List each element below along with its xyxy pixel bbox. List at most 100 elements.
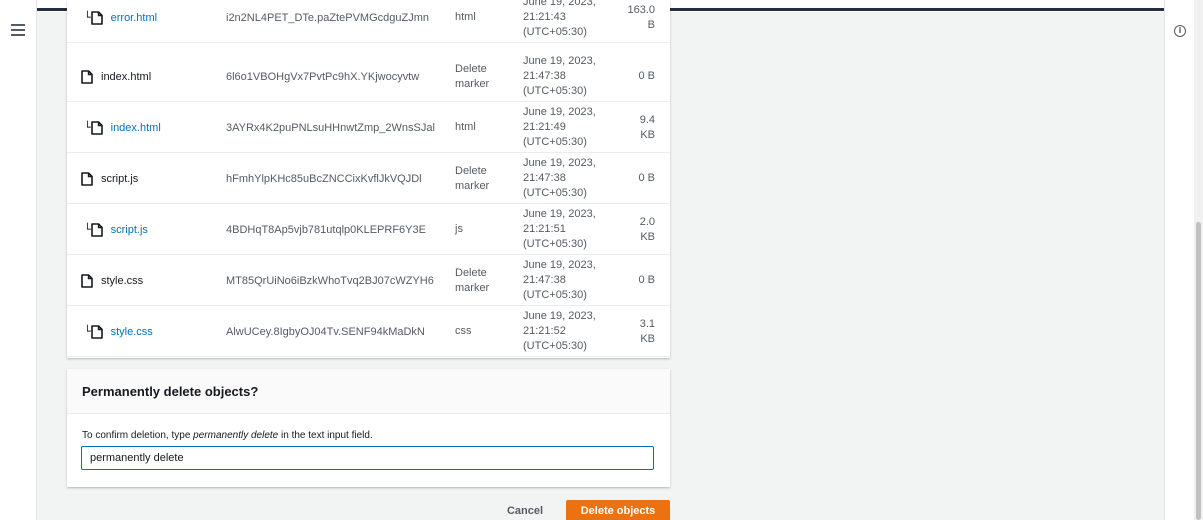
date-line: 21:47:38 — [523, 70, 566, 82]
object-name-cell: └ script.js — [84, 204, 224, 255]
date-line: 21:21:43 — [523, 11, 566, 23]
type-line: Delete — [455, 62, 487, 75]
confirm-help-prefix: To confirm deletion, type — [82, 430, 194, 441]
type-cell: Delete marker — [455, 255, 515, 306]
size-cell: 9.4 KB — [613, 102, 655, 153]
size-text: 3.1 KB — [640, 317, 655, 347]
version-branch-icon: └ — [84, 11, 91, 24]
date-line: (UTC+05:30) — [523, 340, 587, 352]
type-line: Delete — [455, 164, 487, 177]
object-versions-table: └ error.html i2n2NL4PET_DTe.paZtePVMGcdguZ… — [67, 0, 670, 358]
type-text: js — [455, 223, 463, 235]
object-name: index.html — [101, 70, 152, 83]
object-version-link[interactable]: index.html — [111, 122, 161, 134]
type-text: Delete marker — [455, 266, 489, 296]
version-id-cell: i2n2NL4PET_DTe.paZtePVMGcdguZJmn — [226, 11, 429, 24]
last-modified-text: June 19, 2023, 21:21:49 (UTC+05:30) — [523, 105, 596, 150]
object-version-link[interactable]: style.css — [111, 326, 153, 338]
object-name: script.js — [101, 172, 139, 185]
table-row: └ script.js 4BDHqT8Ap5vjb781utqlp0KLEPRF6Y… — [67, 204, 670, 255]
last-modified-text: June 19, 2023, 21:21:43 (UTC+05:30) — [523, 0, 596, 40]
last-modified-text: June 19, 2023, 21:47:38 (UTC+05:30) — [523, 258, 596, 303]
date-line: (UTC+05:30) — [523, 136, 587, 148]
table-row: index.html 6l6o1VBOHgVx7PvtPc9hX.YKjwocyv… — [67, 51, 670, 102]
size-line: 2.0 — [639, 215, 655, 228]
size-text: 0 B — [638, 171, 655, 186]
table-row: └ style.css AlwUCey.8IgbyOJ04Tv.SENF94kMaD… — [67, 306, 670, 357]
version-branch-icon: └ — [84, 325, 91, 338]
version-id-cell: 3AYRx4K2puPNLsuHHnwtZmp_2WnsSJal — [226, 121, 435, 134]
table-row: style.css MT85QrUiNo6iBzkWhoTvq2BJ07cWZYH… — [67, 255, 670, 306]
version-id-cell: 4BDHqT8Ap5vjb781utqlp0KLEPRF6Y3E — [226, 223, 426, 236]
size-text: 163.0 B — [627, 3, 655, 33]
size-text: 0 B — [638, 273, 655, 288]
last-modified-cell: June 19, 2023, 21:21:43 (UTC+05:30) — [523, 0, 623, 43]
date-line: (UTC+05:30) — [523, 187, 587, 199]
table-row: └ index.html 3AYRx4K2puPNLsuHHnwtZmp_2WnsS… — [67, 102, 670, 153]
type-line: marker — [455, 77, 490, 90]
last-modified-cell: June 19, 2023, 21:47:38 (UTC+05:30) — [523, 153, 623, 204]
confirm-panel-header: Permanently delete objects? — [67, 369, 670, 414]
table-row: └ error.html i2n2NL4PET_DTe.paZtePVMGcdguZ… — [67, 0, 670, 43]
scrollbar-thumb[interactable] — [1196, 222, 1201, 520]
size-line: 0 B — [638, 172, 655, 184]
type-text: Delete marker — [455, 164, 489, 194]
object-version-link[interactable]: error.html — [111, 12, 157, 24]
size-cell: 3.1 KB — [613, 306, 655, 357]
file-icon — [90, 120, 103, 135]
date-line: June 19, 2023, — [523, 157, 596, 169]
size-line: KB — [640, 128, 655, 141]
version-id-cell: 6l6o1VBOHgVx7PvtPc9hX.YKjwocyvtw — [226, 70, 420, 83]
file-icon — [90, 324, 103, 339]
object-name-cell: index.html — [81, 51, 221, 102]
last-modified-text: June 19, 2023, 21:47:38 (UTC+05:30) — [523, 54, 596, 99]
size-line: KB — [640, 332, 655, 345]
left-navigation-rail — [0, 0, 37, 520]
version-id-cell: AlwUCey.8IgbyOJ04Tv.SENF94kMaDkN — [226, 325, 425, 338]
type-cell: Delete marker — [455, 51, 515, 102]
version-branch-icon: └ — [84, 223, 91, 236]
object-name-cell: └ index.html — [84, 102, 224, 153]
object-name: style.css — [101, 274, 144, 287]
file-icon — [81, 69, 93, 84]
size-line: 163.0 — [627, 3, 655, 16]
size-line: 9.4 — [639, 113, 655, 126]
date-line: (UTC+05:30) — [523, 85, 587, 97]
type-cell: html — [455, 0, 515, 43]
date-line: 21:21:51 — [523, 223, 566, 235]
cancel-button[interactable]: Cancel — [500, 502, 550, 520]
type-line: marker — [455, 281, 490, 294]
size-cell: 0 B — [613, 153, 655, 204]
object-name-cell: └ error.html — [84, 0, 224, 43]
date-line: 21:21:52 — [523, 325, 566, 337]
last-modified-text: June 19, 2023, 21:47:38 (UTC+05:30) — [523, 156, 596, 201]
delete-objects-button[interactable]: Delete objects — [566, 500, 670, 520]
size-cell: 0 B — [613, 51, 655, 102]
info-icon[interactable]: i — [1174, 25, 1186, 37]
size-line: KB — [640, 230, 655, 243]
last-modified-cell: June 19, 2023, 21:47:38 (UTC+05:30) — [523, 51, 623, 102]
right-help-rail: i — [1164, 0, 1194, 520]
size-line: 3.1 — [639, 317, 655, 330]
date-line: (UTC+05:30) — [523, 26, 587, 38]
size-line: 0 B — [638, 274, 655, 286]
date-line: June 19, 2023, — [523, 55, 596, 67]
type-text: html — [455, 11, 476, 23]
hamburger-menu-icon[interactable] — [11, 24, 25, 36]
object-name-cell: script.js — [81, 153, 221, 204]
confirm-panel-title: Permanently delete objects? — [82, 383, 259, 399]
object-version-link[interactable]: script.js — [111, 224, 148, 236]
last-modified-text: June 19, 2023, 21:21:52 (UTC+05:30) — [523, 309, 596, 354]
date-line: 21:21:49 — [523, 121, 566, 133]
file-icon — [81, 273, 93, 288]
date-line: June 19, 2023, — [523, 310, 596, 322]
size-line: B — [647, 18, 655, 31]
version-branch-icon: └ — [84, 121, 91, 134]
type-cell: Delete marker — [455, 153, 515, 204]
date-line: June 19, 2023, — [523, 259, 596, 271]
confirm-text-input[interactable] — [81, 446, 654, 470]
date-line: (UTC+05:30) — [523, 289, 587, 301]
last-modified-cell: June 19, 2023, 21:47:38 (UTC+05:30) — [523, 255, 623, 306]
date-line: June 19, 2023, — [523, 208, 596, 220]
last-modified-cell: June 19, 2023, 21:21:49 (UTC+05:30) — [523, 102, 623, 153]
